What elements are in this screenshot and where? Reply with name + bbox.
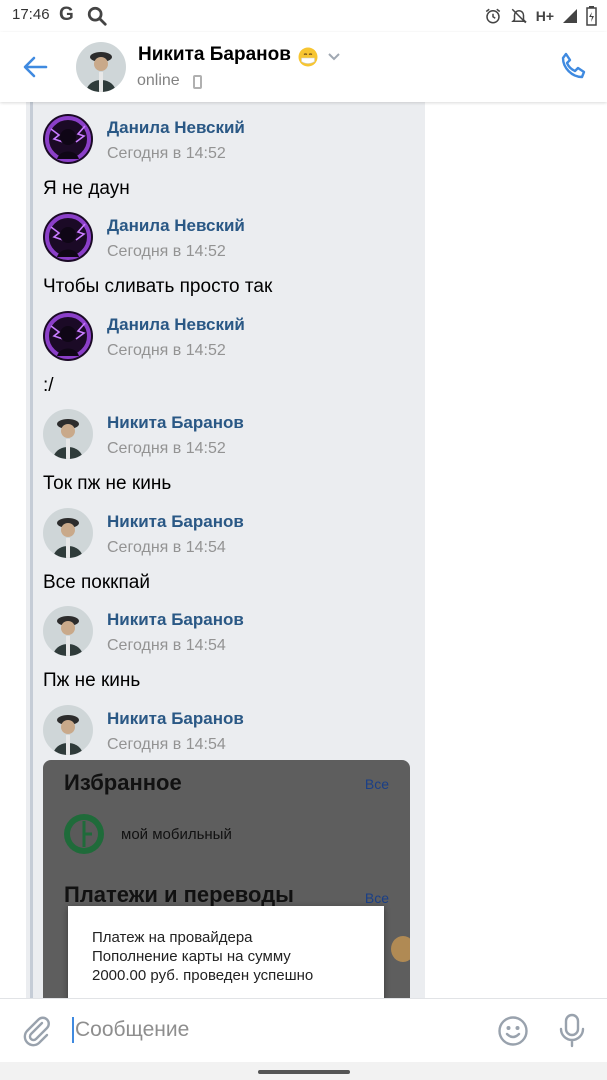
contact-name[interactable]: Никита Баранов [138, 44, 291, 66]
photo-toast: Платеж на провайдера Пополнение карты на… [68, 906, 384, 998]
status-time: 17:46 [12, 6, 50, 23]
google-icon: G [59, 4, 74, 25]
message-history[interactable]: Данила Невский Сегодня в 14:52 Я не даун… [0, 102, 607, 998]
photo-payments-all: Все [364, 890, 389, 906]
message-author[interactable]: Никита Баранов [107, 709, 244, 729]
forward-indicator-bar [30, 102, 33, 998]
search-icon [87, 6, 107, 26]
battery-icon [586, 6, 597, 26]
mobile-indicator-icon [193, 75, 202, 89]
avatar[interactable] [43, 705, 93, 755]
photo-payments-title: Платежи и переводы [64, 882, 294, 907]
attached-photo[interactable]: Избранное Все мой мобильный Платежи и пе… [43, 760, 410, 998]
home-indicator[interactable] [258, 1070, 350, 1074]
message-time: Сегодня в 14:52 [107, 440, 226, 457]
phone-icon[interactable] [557, 50, 589, 82]
message-composer [0, 998, 607, 1062]
signal-icon [563, 9, 577, 23]
microphone-icon[interactable] [558, 1013, 586, 1049]
message-author[interactable]: Данила Невский [107, 118, 245, 138]
photo-toast-line: Пополнение карты на сумму [92, 948, 291, 965]
network-type: H+ [535, 8, 554, 24]
paperclip-icon[interactable] [20, 1014, 52, 1048]
avatar[interactable] [43, 606, 93, 656]
avatar[interactable] [43, 114, 93, 164]
system-nav-bar [0, 1062, 607, 1080]
photo-favorites-title: Избранное [64, 770, 182, 795]
message-text: Пж не кинь [43, 670, 141, 691]
message-text: Чтобы сливать просто так [43, 276, 273, 297]
avatar[interactable] [43, 311, 93, 361]
message-input[interactable] [75, 1013, 475, 1047]
back-arrow-icon[interactable] [20, 52, 50, 82]
message-author[interactable]: Никита Баранов [107, 512, 244, 532]
text-caret [72, 1017, 74, 1043]
avatar[interactable] [43, 508, 93, 558]
chevron-down-icon[interactable] [327, 52, 341, 62]
message-time: Сегодня в 14:54 [107, 539, 226, 556]
photo-partial-icon [391, 936, 410, 962]
avatar[interactable] [76, 42, 126, 92]
message-author[interactable]: Данила Невский [107, 216, 245, 236]
message-time: Сегодня в 14:54 [107, 736, 226, 753]
mobile-operator-logo-icon [64, 814, 104, 854]
message-text: :/ [43, 375, 54, 396]
message-author[interactable]: Никита Баранов [107, 413, 244, 433]
status-bar: 17:46 G H+ [0, 0, 607, 32]
message-time: Сегодня в 14:52 [107, 342, 226, 359]
alarm-icon [485, 8, 500, 24]
photo-favorite-item: мой мобильный [121, 826, 232, 843]
message-author[interactable]: Никита Баранов [107, 610, 244, 630]
contact-status: online [137, 72, 180, 89]
chat-header: Никита Баранов online [0, 32, 607, 102]
message-time: Сегодня в 14:54 [107, 637, 226, 654]
message-text: Все поккпай [43, 572, 150, 593]
avatar[interactable] [43, 212, 93, 262]
mute-icon [510, 8, 527, 24]
message-text: Я не даун [43, 178, 130, 199]
message-time: Сегодня в 14:52 [107, 243, 226, 260]
photo-toast-line: Платеж на провайдера [92, 929, 253, 946]
mask-face-emoji [298, 47, 318, 67]
message-text: Ток пж не кинь [43, 473, 172, 494]
avatar[interactable] [43, 409, 93, 459]
photo-favorites-all: Все [364, 776, 389, 792]
photo-toast-line: 2000.00 руб. проведен успешно [92, 967, 314, 984]
smile-icon[interactable] [497, 1015, 529, 1047]
message-author[interactable]: Данила Невский [107, 315, 245, 335]
message-time: Сегодня в 14:52 [107, 145, 226, 162]
